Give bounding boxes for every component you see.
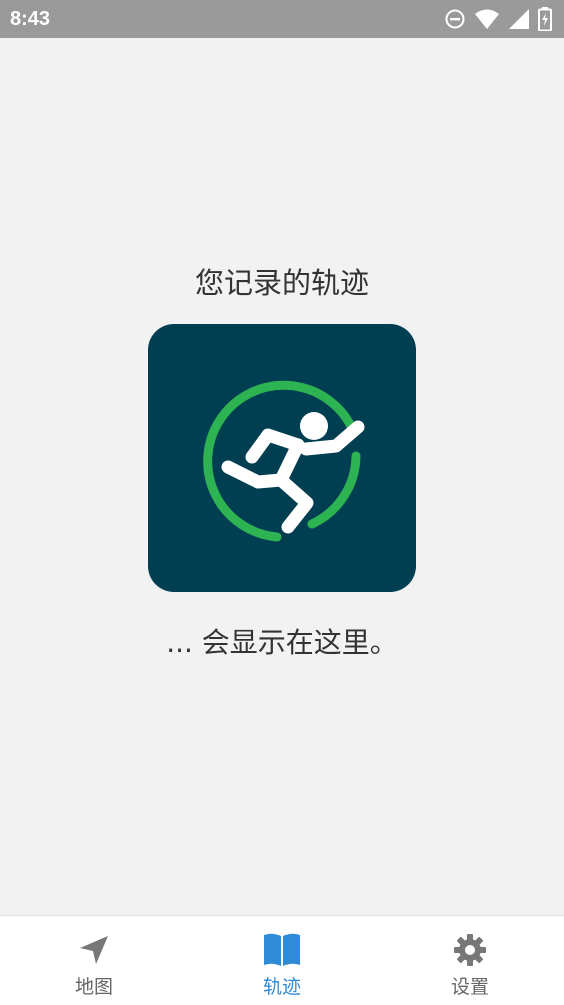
navigation-arrow-icon [74,930,114,970]
battery-charging-icon [538,7,552,31]
nav-item-settings[interactable]: 设置 [376,916,564,1005]
status-bar: 8:43 [0,0,564,38]
book-icon [262,930,302,970]
empty-state-title: 您记录的轨迹 [194,266,369,300]
signal-icon [509,9,529,29]
status-icons [444,7,552,31]
app-logo [148,324,416,592]
runner-icon [203,380,365,542]
gear-icon [450,930,490,970]
bottom-navigation: 地图 轨迹 设置 [0,915,564,1005]
do-not-disturb-icon [445,9,465,29]
nav-label-tracks: 轨迹 [262,976,301,998]
nav-label-settings: 设置 [450,976,489,998]
main-content: 您记录的轨迹 ... 会显示在这里。 [0,38,564,915]
wifi-icon [475,9,499,29]
nav-label-map: 地图 [74,976,113,998]
status-time: 8:43 [10,7,51,30]
empty-state-subtitle: ... 会显示在这里。 [166,626,398,659]
nav-item-tracks[interactable]: 轨迹 [188,916,376,1005]
nav-item-map[interactable]: 地图 [0,916,188,1005]
